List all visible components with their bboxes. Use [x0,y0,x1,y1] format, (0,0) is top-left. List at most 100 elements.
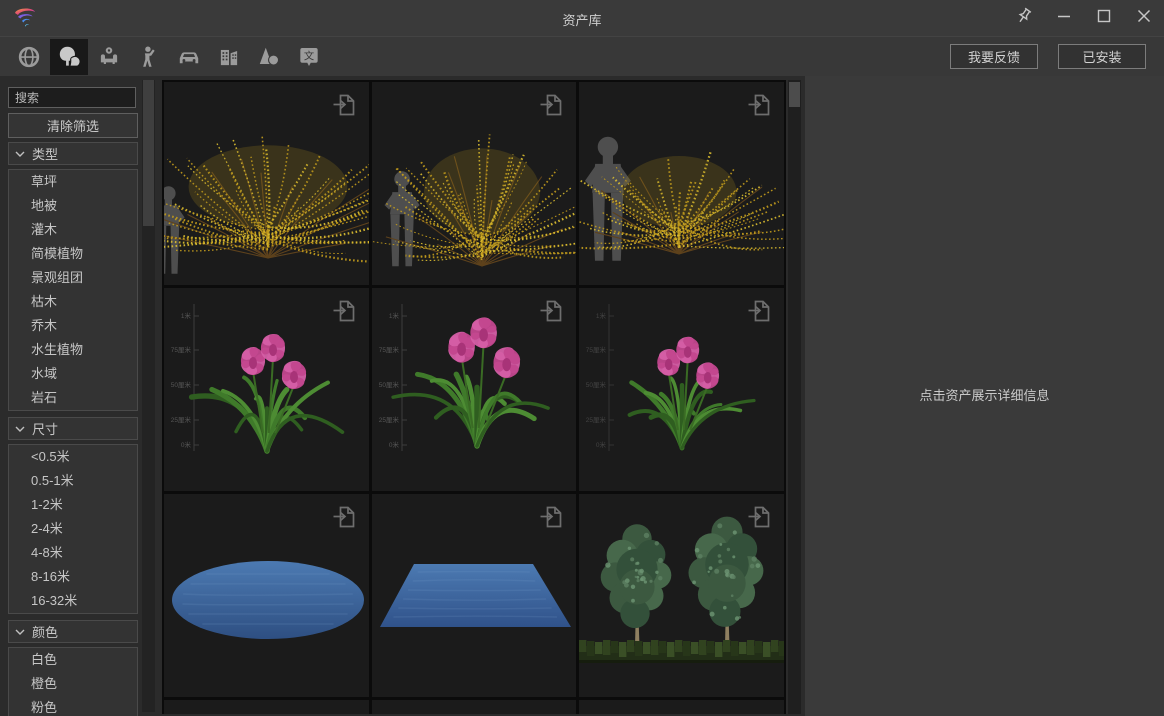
maximize-button[interactable] [1090,4,1118,32]
grid-scrollbar-thumb[interactable] [789,82,800,107]
tool-vehicle[interactable] [170,39,208,75]
installed-button[interactable]: 已安装 [1058,44,1146,69]
character-icon [136,44,162,70]
tool-building[interactable] [210,39,248,75]
svg-text:0米: 0米 [181,440,192,449]
export-icon[interactable] [746,504,772,530]
maximize-icon [1093,5,1115,32]
export-icon[interactable] [538,298,564,324]
asset-grid: 1米75厘米50厘米25厘米0米 1米75厘米50厘米25厘米0米 1米75厘米… [162,80,786,714]
filter-item[interactable]: 16-32米 [9,589,137,613]
filter-group-label: 类型 [32,144,58,163]
clear-filters-button[interactable]: 清除筛选 [8,113,138,138]
filter-item[interactable]: 白色 [9,648,137,672]
filter-item[interactable]: 0.5-1米 [9,469,137,493]
filter-item[interactable]: 岩石 [9,386,137,410]
asset-card[interactable]: 1米75厘米50厘米25厘米0米 [579,288,784,491]
tool-vegetation[interactable] [50,39,88,75]
svg-text:25厘米: 25厘米 [171,415,192,424]
filter-item[interactable]: <0.5米 [9,445,137,469]
filter-group-label: 尺寸 [32,419,58,438]
tool-primitives[interactable] [250,39,288,75]
svg-text:50厘米: 50厘米 [586,380,607,389]
tool-tabs: 文 [10,38,330,76]
filter-item[interactable]: 2-4米 [9,517,137,541]
svg-text:1米: 1米 [596,311,607,320]
filter-item[interactable]: 景观组团 [9,266,137,290]
filter-item[interactable]: 4-8米 [9,541,137,565]
detail-placeholder-text: 点击资产展示详细信息 [919,385,1049,404]
asset-card[interactable] [164,82,369,285]
filter-group-items: 草坪地被灌木简模植物景观组团枯木乔木水生植物水域岩石 [8,169,138,411]
asset-card-partial [372,700,577,714]
export-icon[interactable] [746,92,772,118]
filter-item[interactable]: 地被 [9,194,137,218]
chevron-down-icon [15,425,25,433]
svg-text:75厘米: 75厘米 [171,345,192,354]
primitives-icon [256,44,282,70]
pin-button[interactable] [1010,4,1038,32]
filter-item[interactable]: 水生植物 [9,338,137,362]
filter-item[interactable]: 水域 [9,362,137,386]
asset-card-partial [164,700,369,714]
asset-card[interactable] [372,82,577,285]
tool-globe[interactable] [10,39,48,75]
sidebar: 清除筛选 类型草坪地被灌木简模植物景观组团枯木乔木水生植物水域岩石尺寸 <0.5米… [0,76,158,716]
filter-item[interactable]: 8-16米 [9,565,137,589]
asset-card[interactable] [579,82,784,285]
export-icon[interactable] [538,92,564,118]
asset-card[interactable]: 1米75厘米50厘米25厘米0米 [372,288,577,491]
export-icon[interactable] [538,504,564,530]
window-title: 资产库 [0,10,1164,29]
close-button[interactable] [1130,4,1158,32]
filter-item[interactable]: 灌木 [9,218,137,242]
asset-card[interactable] [164,494,369,697]
detail-panel: 点击资产展示详细信息 [805,76,1164,716]
filter-group-items: <0.5米0.5-1米1-2米2-4米4-8米8-16米16-32米 [8,444,138,614]
asset-card[interactable]: 1米 75厘米 50厘米 25厘米 0米 [164,288,369,491]
vegetation-icon [56,44,82,70]
svg-text:50厘米: 50厘米 [171,380,192,389]
toolbar: 文 我要反馈 已安装 [0,36,1164,76]
sidebar-scrollbar-thumb[interactable] [143,80,154,226]
filter-item[interactable]: 枯木 [9,290,137,314]
export-icon[interactable] [331,298,357,324]
search-input[interactable] [8,87,136,108]
feedback-button[interactable]: 我要反馈 [950,44,1038,69]
svg-text:75厘米: 75厘米 [586,345,607,354]
tool-character[interactable] [130,39,168,75]
grid-scrollbar[interactable] [788,80,801,714]
filter-group: 尺寸 <0.5米0.5-1米1-2米2-4米4-8米8-16米16-32米 [8,417,138,614]
svg-text:1米: 1米 [181,311,192,320]
export-icon[interactable] [331,92,357,118]
asset-card[interactable] [579,494,784,697]
chevron-down-icon [15,150,25,158]
decal-icon: 文 [296,44,322,70]
tool-decal[interactable]: 文 [290,39,328,75]
building-icon [216,44,242,70]
window-controls [1010,0,1158,36]
filter-item[interactable]: 草坪 [9,170,137,194]
titlebar: 资产库 [0,0,1164,36]
svg-text:文: 文 [304,49,314,62]
filter-item[interactable]: 粉色 [9,696,137,716]
tool-furniture[interactable] [90,39,128,75]
filter-item[interactable]: 简模植物 [9,242,137,266]
filter-group-header[interactable]: 尺寸 [8,417,138,440]
filter-item[interactable]: 橙色 [9,672,137,696]
filter-item[interactable]: 乔木 [9,314,137,338]
filter-group-header[interactable]: 颜色 [8,620,138,643]
svg-text:25厘米: 25厘米 [378,415,399,424]
svg-text:0米: 0米 [596,440,607,449]
export-icon[interactable] [331,504,357,530]
asset-card[interactable] [372,494,577,697]
filter-item[interactable]: 1-2米 [9,493,137,517]
minimize-button[interactable] [1050,4,1078,32]
filter-group-label: 颜色 [32,622,58,641]
sidebar-scrollbar[interactable] [142,80,155,712]
vehicle-icon [176,44,202,70]
export-icon[interactable] [746,298,772,324]
main-area: 清除筛选 类型草坪地被灌木简模植物景观组团枯木乔木水生植物水域岩石尺寸 <0.5米… [0,76,1164,716]
close-icon [1133,5,1155,32]
filter-group-header[interactable]: 类型 [8,142,138,165]
